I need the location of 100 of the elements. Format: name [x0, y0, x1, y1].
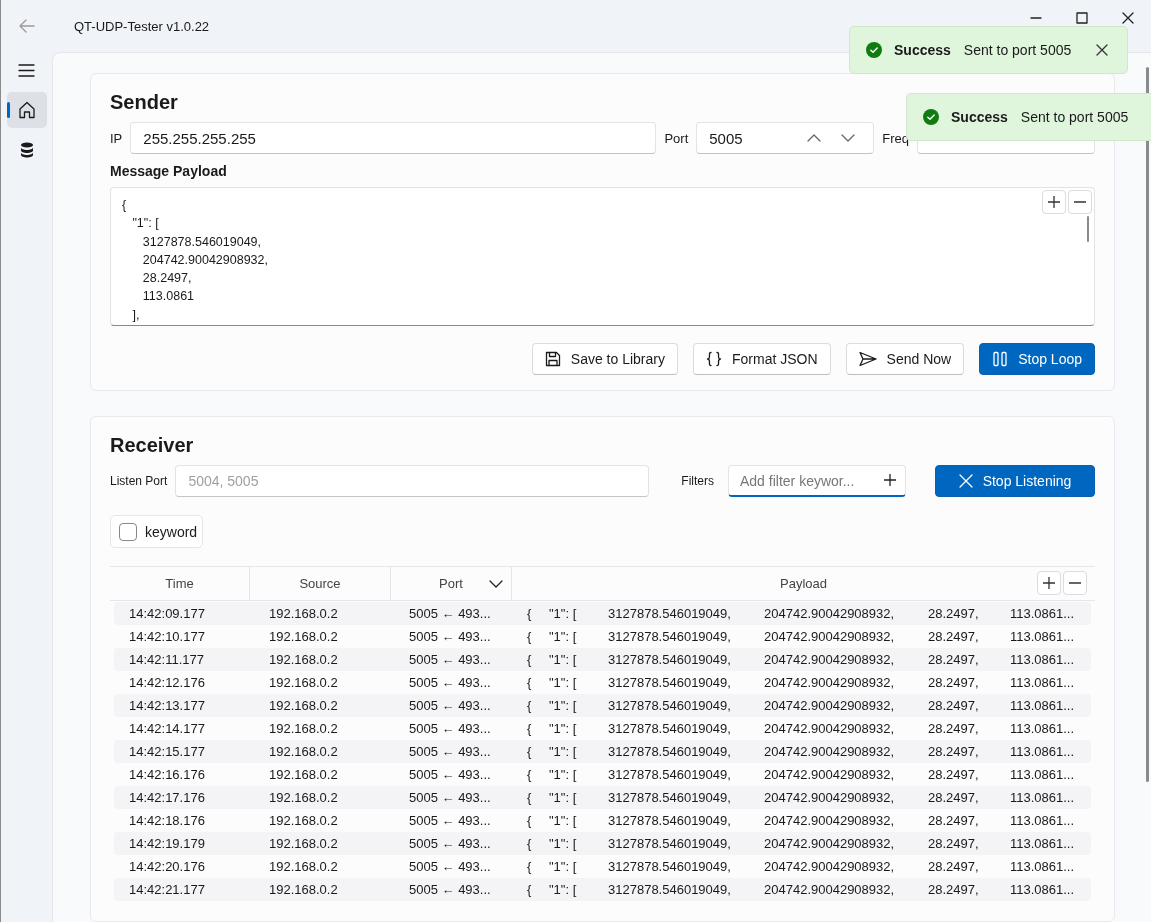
- table-cell: 113.0861...: [1010, 652, 1075, 667]
- table-cell-text: 5005 ← 493...: [408, 813, 492, 828]
- table-cell: 113.0861...: [1010, 675, 1075, 690]
- table-cell-text: 204742.90042908932,: [764, 652, 896, 667]
- ip-field[interactable]: 255.255.255.255: [130, 122, 657, 154]
- table-cell-text: 14:42:10.177: [128, 629, 206, 644]
- toast-title: Success: [894, 42, 951, 58]
- filter-field[interactable]: Add filter keywor...: [728, 465, 906, 497]
- port-spinbox[interactable]: 5005: [696, 122, 875, 154]
- table-cell-text: 204742.90042908932,: [764, 790, 896, 805]
- table-cell-text: 204742.90042908932,: [764, 629, 896, 644]
- table-cell-text: "1": [: [549, 790, 578, 805]
- table-cell-text: 204742.90042908932,: [764, 767, 896, 782]
- table-cell-text: 5005 ← 493...: [408, 629, 492, 644]
- table-cell-text: {: [527, 675, 533, 690]
- table-cell: 113.0861...: [1010, 882, 1075, 897]
- table-cell-text: "1": [: [549, 836, 578, 851]
- table-cell: 113.0861...: [1010, 767, 1075, 782]
- table-cell-text: 3127878.546019049,: [608, 675, 732, 690]
- table-cell: 113.0861...: [1010, 721, 1075, 736]
- table-cell-text: 14:42:09.177: [128, 606, 206, 621]
- table-cell: 113.0861...: [1010, 698, 1075, 713]
- table-cell-text: 14:42:17.176: [128, 790, 206, 805]
- stop-listening-button[interactable]: Stop Listening: [935, 465, 1095, 497]
- column-header[interactable]: Time: [165, 576, 194, 591]
- action-button[interactable]: Send Now: [845, 343, 965, 375]
- table-cell-text: 192.168.0.2: [268, 675, 339, 690]
- table-cell-text: 14:42:18.176: [128, 813, 206, 828]
- table-cell-text: 3127878.546019049,: [608, 744, 732, 759]
- keyword-checkbox[interactable]: keyword: [110, 515, 204, 548]
- zoom-in-button[interactable]: [1037, 571, 1061, 595]
- zoom-out-button[interactable]: [1063, 571, 1087, 595]
- table-cell-text: 5005 ← 493...: [408, 859, 492, 874]
- listen-port-field[interactable]: 5004, 5005: [175, 465, 650, 497]
- field-label: Listen Port: [110, 474, 168, 488]
- table-cell-text: {: [527, 606, 533, 621]
- action-button[interactable]: Stop Loop: [979, 343, 1095, 375]
- table-cell-text: {: [527, 813, 533, 828]
- table-cell: 113.0861...: [1010, 606, 1075, 621]
- table-cell-text: 3127878.546019049,: [608, 698, 732, 713]
- table-cell-text: "1": [: [549, 813, 578, 828]
- table-cell-text: 204742.90042908932,: [764, 721, 896, 736]
- table-cell-text: 204742.90042908932,: [764, 606, 896, 621]
- menu-icon: [18, 63, 35, 77]
- table-cell-text: 204742.90042908932,: [764, 675, 896, 690]
- table-cell-text: 5005 ← 493...: [408, 767, 492, 782]
- maximize-icon: [1076, 12, 1088, 24]
- nav-item[interactable]: [6, 92, 47, 128]
- table-cell-text: 14:42:21.177: [128, 882, 206, 897]
- action-button[interactable]: Save to Library: [531, 343, 678, 375]
- table-cell-text: {: [527, 629, 533, 644]
- section-title: Receiver: [110, 434, 195, 457]
- table-cell-text: 14:42:14.177: [128, 721, 206, 736]
- column-header[interactable]: Port: [439, 576, 463, 591]
- zoom-in-button[interactable]: [1042, 190, 1066, 214]
- send-icon: [858, 351, 877, 367]
- table-cell-text: 192.168.0.2: [268, 813, 339, 828]
- table-cell-text: 14:42:15.177: [128, 744, 206, 759]
- table-cell-text: "1": [: [549, 859, 578, 874]
- table-cell-text: {: [527, 836, 533, 851]
- table-cell-text: "1": [: [549, 721, 578, 736]
- table-cell-text: "1": [: [549, 767, 578, 782]
- column-header[interactable]: Payload: [780, 576, 827, 591]
- table-cell-text: "1": [: [549, 675, 578, 690]
- action-button[interactable]: Format JSON: [693, 343, 831, 375]
- field-label: Filters: [681, 474, 714, 488]
- table-cell-text: {: [527, 790, 533, 805]
- table-cell-text: 14:42:13.177: [128, 698, 206, 713]
- close-button[interactable]: [1095, 43, 1109, 57]
- field-label: Freq: [882, 130, 909, 146]
- table-cell: 113.0861...: [1010, 629, 1075, 644]
- column-header[interactable]: Source: [299, 576, 341, 591]
- checkbox[interactable]: [119, 522, 137, 541]
- zoom-out-button[interactable]: [1068, 190, 1092, 214]
- toast-title: Success: [951, 109, 1008, 125]
- table-cell-text: 28.2497,: [928, 698, 980, 713]
- close-icon: [1122, 12, 1134, 24]
- table-cell-text: 3127878.546019049,: [608, 767, 732, 782]
- plus-icon: [884, 474, 896, 486]
- table-cell-text: 5005 ← 493...: [408, 790, 492, 805]
- table-cell-text: 3127878.546019049,: [608, 606, 732, 621]
- table-cell-text: 28.2497,: [928, 629, 980, 644]
- field-label: Port: [664, 130, 689, 146]
- table-cell-text: 3127878.546019049,: [608, 629, 732, 644]
- table-cell-text: 5005 ← 493...: [408, 675, 492, 690]
- table-cell-text: 204742.90042908932,: [764, 836, 896, 851]
- table-cell: 113.0861...: [1010, 859, 1075, 874]
- table-cell-text: "1": [: [549, 744, 578, 759]
- table-cell: 113.0861...: [1010, 836, 1075, 851]
- table-cell: 113.0861...: [1010, 744, 1075, 759]
- close-icon: [1096, 44, 1108, 56]
- selection-indicator: [6, 102, 10, 118]
- spinbox-value: 5005: [709, 129, 744, 147]
- payload-editor[interactable]: { "1": [ 3127878.546019049, 204742.90042908932, 28.2497, 113.0861 ],: [110, 187, 1095, 326]
- table-cell-text: "1": [: [549, 882, 578, 897]
- table-cell-text: 3127878.546019049,: [608, 882, 732, 897]
- scrollbar: [1087, 216, 1089, 242]
- table-cell: 113.0861...: [1010, 790, 1075, 805]
- plus-icon: [1043, 577, 1055, 589]
- table-cell-text: {: [527, 652, 533, 667]
